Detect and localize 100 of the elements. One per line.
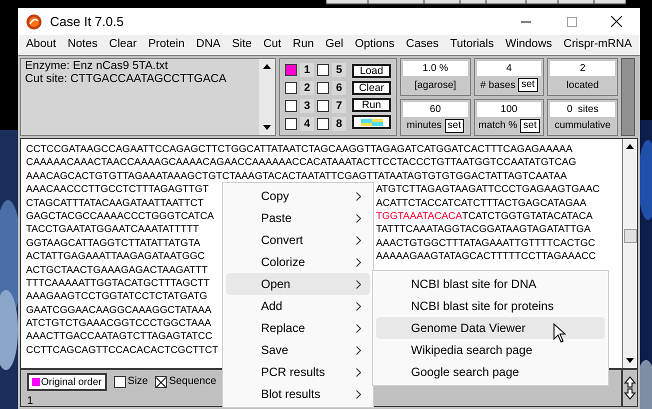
menu-item[interactable]: Site (232, 36, 252, 54)
sequence-text: ACATTCTACCATCATCTTTACTGAGCATAGAA (376, 196, 586, 210)
sequence-text: GAATCGGAACAAGGCAAAGGCTATAAA (26, 304, 212, 316)
up-arrow-icon[interactable] (263, 64, 271, 69)
sequence-text: ATGTCTTAGAGTAAGATTCCCTGAGAAGTGAAC (376, 183, 600, 197)
lane-checkbox[interactable] (317, 82, 329, 94)
sequence-text: CCTTCAGCAGTTCCACACACTCGCTTCT (26, 344, 218, 356)
up-arrow-icon[interactable] (626, 144, 634, 149)
menu-item[interactable]: NCBI blast site for proteins (376, 295, 605, 317)
order-button[interactable]: Original order (27, 373, 107, 391)
scrollbar[interactable] (259, 59, 275, 135)
menu-item[interactable]: Copy (226, 185, 370, 207)
menu-item[interactable]: Windows (505, 36, 552, 54)
menu-item[interactable]: Crispr-mRNA (564, 36, 632, 54)
lane-button[interactable]: Clear (352, 81, 391, 95)
chevron-right-icon (356, 368, 361, 376)
sequence-text: AAACTTGACCAATAGTCTTAGAGTATCC (26, 331, 212, 342)
lane-button[interactable] (352, 115, 391, 129)
lane-number: 6 (332, 81, 346, 95)
down-arrow-icon[interactable] (263, 125, 271, 130)
swap-button[interactable] (622, 369, 638, 407)
setting-value: 60 (403, 102, 468, 116)
menu-item[interactable]: Add (226, 295, 370, 317)
set-button[interactable]: set (518, 78, 538, 92)
setting-value: 0 sites (550, 102, 615, 116)
lane-number: 4 (300, 117, 314, 131)
set-button[interactable]: set (520, 118, 540, 133)
chevron-right-icon (356, 258, 361, 266)
lane-number: 5 (332, 63, 346, 77)
menu-item[interactable]: Blot results (226, 383, 370, 405)
lane-checkbox[interactable] (285, 100, 297, 112)
sequence-text: AAAAAGAAGTATAGCACTTTTTCCTTAGAAACC (376, 250, 596, 264)
set-button[interactable]: set (444, 118, 464, 133)
sequence-text: TCATCTGGTGTATACATACA (462, 210, 593, 224)
chevron-right-icon (356, 346, 361, 354)
scrollbar[interactable] (622, 139, 637, 368)
window-title: Case It 7.0.5 (50, 12, 124, 31)
menu-item[interactable]: NCBI blast site for DNA (376, 273, 605, 295)
menu-item[interactable]: PCR results (226, 361, 370, 383)
lane-number: 1 (300, 63, 314, 77)
menu-item[interactable]: Genome Data Viewer (376, 317, 605, 339)
close-icon[interactable] (611, 16, 622, 27)
menu-item[interactable]: Cases (406, 36, 439, 54)
menu-item[interactable]: Options (354, 36, 394, 54)
chevron-right-icon (356, 302, 361, 310)
checkbox-label: Sequence (169, 374, 216, 390)
setting-label: minutes (406, 119, 442, 134)
scrollbar[interactable] (621, 58, 635, 136)
setting-label: # bases (480, 78, 516, 93)
lane-button[interactable]: Run (352, 98, 391, 112)
sequence-text: CCTCCGATAAGCCAGAATTCCAGAGCTTCTGGCATTATAATCTAGCAAGGTTAGAGATCATGGATCACTTTCAGAGAAAAA (26, 144, 572, 155)
app-logo-icon (26, 14, 42, 30)
menu-item[interactable]: Colorize (226, 251, 370, 273)
scroll-thumb[interactable] (624, 229, 636, 243)
lane-checkbox[interactable] (285, 64, 297, 76)
menu-item[interactable]: Wikipedia search page (376, 339, 605, 361)
setting-label: [agarose] (414, 78, 456, 93)
menu-item[interactable]: Save (226, 339, 370, 361)
menu-item[interactable]: Clear (109, 36, 137, 54)
checkbox[interactable] (155, 376, 168, 388)
lane-checkbox[interactable] (285, 118, 297, 130)
chevron-right-icon (356, 390, 361, 398)
chevron-right-icon (356, 214, 361, 222)
sequence-text: CTAGCATTTATACAAGATAATTAATTCT (26, 198, 204, 209)
menu-item[interactable]: Protein (148, 36, 185, 54)
sequence-text: AAACAACCCTTGCCTCTTTAGAGTTGT (26, 184, 209, 196)
lane-button[interactable]: Load (352, 64, 391, 78)
setting-label: match % (478, 119, 518, 134)
info-text: Enzyme: Enz nCas9 5TA.txt (25, 60, 169, 73)
setting-value: 100 (476, 102, 542, 116)
down-arrow-icon[interactable] (626, 358, 634, 363)
lane-checkbox[interactable] (317, 64, 329, 76)
checkbox-label: Size (128, 374, 148, 390)
lane-checkbox[interactable] (285, 82, 297, 94)
sequence-text: ACTGCTAACTGAAAGAGACTAAGATTT (26, 264, 208, 276)
menu-item[interactable]: Notes (68, 36, 98, 54)
sequence-text: GAGCTACGCCAAAACCCTGGGTCATCA (26, 210, 214, 222)
square-icon (32, 378, 40, 386)
setting-label: located (566, 78, 599, 93)
menu-item[interactable]: About (26, 36, 56, 54)
menu-item[interactable]: Gel (325, 36, 344, 54)
lane-checkbox[interactable] (317, 100, 329, 112)
menu-item[interactable]: Google search page (376, 361, 605, 383)
menu-item[interactable]: Convert (226, 229, 370, 251)
menu-item[interactable]: Cut (263, 36, 282, 54)
chevron-right-icon (356, 236, 361, 244)
menu-item[interactable]: Paste (226, 207, 370, 229)
menu-item[interactable]: DNA (196, 36, 220, 54)
menu-item[interactable]: Run (292, 36, 314, 54)
mouse-pointer-icon (553, 323, 566, 343)
setting-value: 2 (550, 61, 615, 76)
menu-item[interactable]: Replace (226, 317, 370, 339)
sequence-text: GGTAAGCATTAGGTCTTATATTATGTA (26, 238, 200, 249)
lane-checkbox[interactable] (317, 118, 329, 130)
checkbox[interactable] (114, 376, 126, 388)
setting-value: 1.0 % (403, 61, 468, 76)
menu-item[interactable]: Open (226, 273, 370, 295)
setting-value: 4 (476, 61, 542, 76)
menu-item[interactable]: Tutorials (450, 36, 494, 54)
lane-number: 2 (300, 81, 314, 95)
